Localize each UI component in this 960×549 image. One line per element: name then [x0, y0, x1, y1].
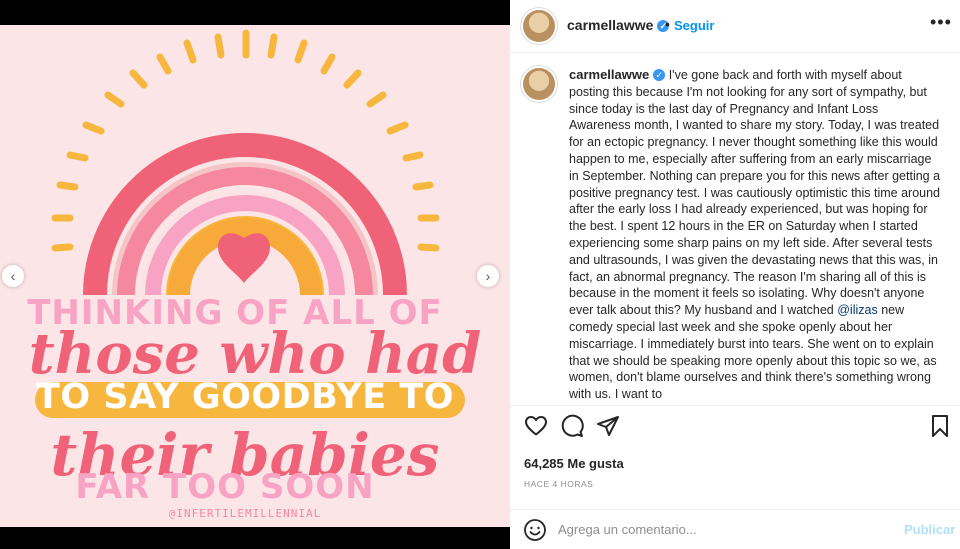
comment-bar: Publicar — [510, 510, 960, 549]
previous-image-button[interactable]: ‹ — [2, 265, 24, 287]
caption-text: carmellawwe ✓ I've gone back and forth wi… — [569, 67, 941, 403]
share-icon[interactable] — [596, 414, 620, 438]
caption-username[interactable]: carmellawwe — [569, 67, 649, 82]
emoji-icon[interactable] — [523, 518, 547, 542]
poster-line-5: FAR TOO SOON — [75, 467, 375, 507]
caption-avatar[interactable] — [523, 68, 555, 100]
post-media-pane: THINKING OF ALL OF those who had TO SAY … — [0, 0, 510, 549]
caption-body-end: new comedy special last week and she spo… — [569, 303, 937, 402]
poster-line-3: TO SAY GOODBYE TO — [36, 377, 454, 417]
post-comment-button[interactable]: Publicar — [904, 522, 955, 537]
header-username[interactable]: carmellawwe ✓ — [567, 17, 670, 33]
post-header: carmellawwe ✓ • Seguir ••• — [510, 0, 960, 53]
heart-shape — [218, 233, 270, 283]
follow-button[interactable]: Seguir — [674, 18, 714, 33]
verified-badge-icon: ✓ — [653, 69, 666, 81]
likes-count[interactable]: 64,285 Me gusta — [524, 456, 624, 471]
post-caption: carmellawwe ✓ I've gone back and forth wi… — [510, 53, 960, 405]
caption-body-start: I've gone back and forth with myself abo… — [569, 68, 941, 318]
avatar[interactable] — [523, 10, 555, 42]
username-text[interactable]: carmellawwe — [567, 17, 653, 33]
post-sidebar: carmellawwe ✓ • Seguir ••• carmellawwe ✓ I… — [510, 0, 960, 549]
more-horizontal-icon[interactable]: ••• — [930, 12, 952, 33]
comment-input[interactable] — [558, 522, 888, 537]
bookmark-icon[interactable] — [928, 414, 952, 438]
next-image-button[interactable]: › — [477, 265, 499, 287]
post-timestamp[interactable]: HACE 4 HORAS — [524, 479, 593, 489]
divider — [510, 405, 960, 406]
action-bar — [510, 414, 960, 444]
separator-dot: • — [665, 16, 670, 32]
mention-link[interactable]: @ilizas — [837, 303, 877, 317]
poster-credit: @INFERTILEMILLENNIAL — [168, 507, 322, 520]
comment-icon[interactable] — [560, 414, 584, 438]
post-image[interactable]: THINKING OF ALL OF those who had TO SAY … — [0, 25, 510, 527]
heart-icon[interactable] — [524, 414, 548, 438]
